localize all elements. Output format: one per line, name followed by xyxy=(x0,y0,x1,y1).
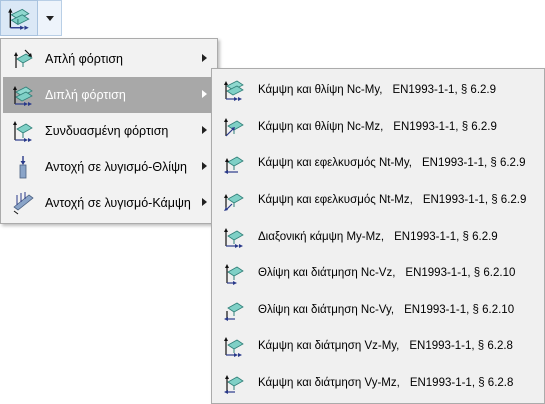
submenu-item-standard: EN1993-1-1, § 6.2.9 xyxy=(394,230,498,243)
submenu-item-standard: EN1993-1-1, § 6.2.9 xyxy=(422,194,527,207)
submenu-arrow-icon xyxy=(202,126,207,134)
submenu-item-my-mz[interactable]: Διαξονική κάμψη My-Mz, EN1993-1-1, § 6.2.… xyxy=(212,218,544,255)
double-load-toolbar-button[interactable] xyxy=(0,0,38,36)
menu-item-label: Αντοχή σε λυγισμό-Θλίψη xyxy=(45,160,187,174)
submenu-arrow-icon xyxy=(202,162,207,170)
menu-item-label: Απλή φόρτιση xyxy=(45,52,124,66)
submenu-item-title: Διαξονική κάμψη My-Mz, xyxy=(258,230,385,243)
bending-compression-mz-icon xyxy=(224,117,244,137)
submenu-item-label: Κάμψη και διάτμηση Vy-Mz, EN1993-1-1, § 6… xyxy=(258,377,513,389)
submenu-item-nt-mz[interactable]: Κάμψη και εφελκυσμός Nt-Mz, EN1993-1-1, §… xyxy=(212,182,544,219)
menu-item-label: Αντοχή σε λυγισμό-Κάμψη xyxy=(45,196,191,210)
submenu-item-label: Κάμψη και εφελκυσμός Nt-My, EN1993-1-1, §… xyxy=(258,157,526,169)
menu-item-simple-load[interactable]: Απλή φόρτιση xyxy=(3,41,215,77)
double-load-submenu: Κάμψη και θλίψη Nc-My, EN1993-1-1, § 6.2.… xyxy=(211,68,545,404)
submenu-item-label: Κάμψη και διάτμηση Vz-My, EN1993-1-1, § 6… xyxy=(258,340,513,352)
double-load-icon xyxy=(8,8,30,30)
buckling-compression-icon xyxy=(19,156,27,179)
menu-item-label: Διπλή φόρτιση xyxy=(45,88,126,102)
submenu-item-title: Θλίψη και διάτμηση Nc-Vz, xyxy=(258,267,396,280)
combined-load-icon xyxy=(13,121,33,142)
submenu-item-standard: EN1993-1-1, § 6.2.9 xyxy=(392,84,497,97)
submenu-item-title: Κάμψη και διάτμηση Vy-Mz, xyxy=(258,377,400,390)
submenu-item-standard: EN1993-1-1, § 6.2.9 xyxy=(421,157,526,170)
menu-item-buckling-bending[interactable]: Αντοχή σε λυγισμό-Κάμψη xyxy=(3,185,215,221)
submenu-item-title: Κάμψη και εφελκυσμός Nt-Mz, xyxy=(258,194,413,207)
submenu-item-title: Κάμψη και θλίψη Nc-Mz, xyxy=(258,120,384,133)
submenu-item-label: Κάμψη και θλίψη Nc-My, EN1993-1-1, § 6.2.… xyxy=(258,84,496,96)
menu-item-combined-load[interactable]: Συνδυασμένη φόρτιση xyxy=(3,113,215,149)
submenu-item-standard: EN1993-1-1, § 6.2.10 xyxy=(404,303,515,316)
submenu-item-nc-my[interactable]: Κάμψη και θλίψη Nc-My, EN1993-1-1, § 6.2.… xyxy=(212,72,544,109)
submenu-item-label: Κάμψη και θλίψη Nc-Mz, EN1993-1-1, § 6.2.… xyxy=(258,121,497,133)
submenu-item-nc-mz[interactable]: Κάμψη και θλίψη Nc-Mz, EN1993-1-1, § 6.2.… xyxy=(212,109,544,146)
buckling-bending-icon xyxy=(13,192,34,215)
submenu-item-standard: EN1993-1-1, § 6.2.8 xyxy=(409,340,513,353)
submenu-item-label: Κάμψη και εφελκυσμός Nt-Mz, EN1993-1-1, §… xyxy=(258,194,526,206)
menu-item-double-load[interactable]: Διπλή φόρτιση xyxy=(3,77,215,113)
menu-item-label: Συνδυασμένη φόρτιση xyxy=(45,124,169,138)
submenu-item-standard: EN1993-1-1, § 6.2.9 xyxy=(393,120,497,133)
biaxial-bending-icon xyxy=(224,227,244,248)
submenu-arrow-icon xyxy=(202,198,207,206)
double-load-icon xyxy=(13,86,33,106)
toolbar-dropdown-button[interactable] xyxy=(38,0,62,36)
submenu-item-nt-my[interactable]: Κάμψη και εφελκυσμός Nt-My, EN1993-1-1, §… xyxy=(212,145,544,182)
submenu-item-standard: EN1993-1-1, § 6.2.10 xyxy=(405,267,516,280)
submenu-item-title: Κάμψη και διάτμηση Vz-My, xyxy=(258,340,400,353)
submenu-arrow-icon xyxy=(202,54,207,62)
submenu-item-vz-my[interactable]: Κάμψη και διάτμηση Vz-My, EN1993-1-1, § 6… xyxy=(212,328,544,365)
bending-shear-vy-mz-icon xyxy=(224,375,244,395)
submenu-item-title: Κάμψη και θλίψη Nc-My, xyxy=(258,84,383,97)
bending-compression-my-icon xyxy=(224,80,244,102)
submenu-item-standard: EN1993-1-1, § 6.2.8 xyxy=(409,377,514,390)
bending-tension-mz-icon xyxy=(224,193,244,212)
submenu-item-label: Θλίψη και διάτμηση Nc-Vy, EN1993-1-1, § 6… xyxy=(258,304,514,316)
submenu-item-nc-vy[interactable]: Θλίψη και διάτμηση Nc-Vy, EN1993-1-1, § 6… xyxy=(212,292,544,329)
bending-tension-my-icon xyxy=(224,157,244,175)
submenu-item-nc-vz[interactable]: Θλίψη και διάτμηση Nc-Vz, EN1993-1-1, § 6… xyxy=(212,255,544,292)
compression-shear-vz-icon xyxy=(225,264,244,286)
submenu-item-label: Θλίψη και διάτμηση Nc-Vz, EN1993-1-1, § 6… xyxy=(258,267,515,279)
submenu-arrow-icon xyxy=(202,90,207,98)
submenu-item-title: Κάμψη και εφελκυσμός Nt-My, xyxy=(258,157,412,170)
submenu-item-label: Διαξονική κάμψη My-Mz, EN1993-1-1, § 6.2.… xyxy=(258,231,498,243)
simple-load-icon xyxy=(14,49,33,68)
load-type-menu: Απλή φόρτιση Διπλή φόρτιση Συνδυασμένη φ… xyxy=(0,38,218,224)
submenu-item-vy-mz[interactable]: Κάμψη και διάτμηση Vy-Mz, EN1993-1-1, § 6… xyxy=(212,365,544,402)
submenu-item-title: Θλίψη και διάτμηση Nc-Vy, xyxy=(258,303,395,316)
menu-item-buckling-compression[interactable]: Αντοχή σε λυγισμό-Θλίψη xyxy=(3,149,215,185)
compression-shear-vy-icon xyxy=(224,302,244,321)
bending-shear-vz-my-icon xyxy=(224,337,244,358)
chevron-down-icon xyxy=(45,15,54,21)
